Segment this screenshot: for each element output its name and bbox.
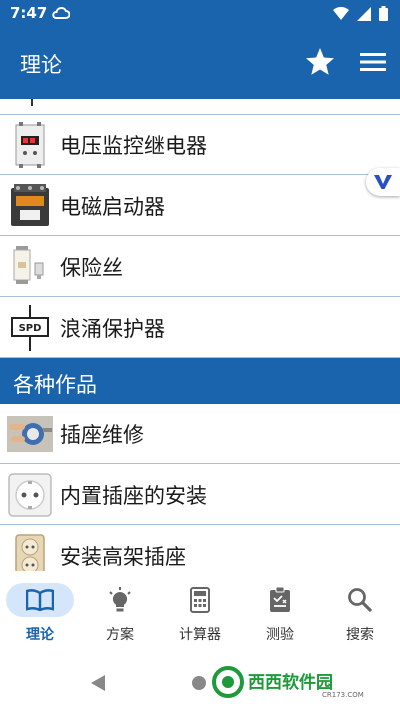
lightbulb-icon [109, 587, 131, 612]
spd-icon-text: SPD [19, 323, 42, 334]
content-list[interactable]: 电压监控继电器 电磁启动器 保险丝 SPD 浪涌保护器 各种作品 插座维修 内置… [0, 99, 400, 571]
socket-repair-photo [7, 409, 53, 459]
fuse-icon [7, 242, 53, 292]
list-item[interactable]: 插座维修 [0, 404, 400, 464]
nav-label: 计算器 [179, 627, 221, 643]
book-icon [26, 589, 54, 611]
nav-tab-theory[interactable]: 理论 [0, 571, 80, 651]
home-circle-icon[interactable] [192, 676, 206, 690]
list-item[interactable]: 内置插座的安装 [0, 465, 400, 525]
nav-label: 测验 [266, 627, 294, 643]
status-time: 7:47 [10, 4, 48, 22]
list-item[interactable]: 电磁启动器 [0, 176, 400, 236]
list-item-label: 电磁启动器 [60, 195, 165, 219]
status-bar: 7:47 [0, 0, 400, 28]
list-item-label: 内置插座的安装 [60, 484, 207, 508]
calculator-icon [190, 587, 210, 613]
clipboard-icon [270, 587, 290, 612]
list-item[interactable]: 安装高架插座 [0, 526, 400, 571]
watermark-text: 西西软件园 [248, 672, 333, 693]
list-item-label: 保险丝 [60, 256, 123, 280]
wall-socket-icon [7, 470, 53, 520]
nav-label: 理论 [26, 627, 54, 643]
nav-tab-scheme[interactable]: 方案 [80, 571, 160, 651]
signal-icon [357, 6, 371, 21]
v-logo-icon [374, 175, 392, 189]
floating-side-tab[interactable] [366, 168, 400, 196]
nav-tab-search[interactable]: 搜索 [320, 571, 400, 651]
nav-label: 搜索 [346, 627, 374, 643]
bottom-navigation: 理论 方案 计算器 测验 搜索 [0, 571, 400, 651]
section-header: 各种作品 [0, 358, 400, 404]
back-triangle-icon[interactable] [90, 674, 106, 692]
nav-label: 方案 [106, 627, 134, 643]
nav-tab-calculator[interactable]: 计算器 [160, 571, 240, 651]
nav-tab-quiz[interactable]: 测验 [240, 571, 320, 651]
spd-icon: SPD [7, 303, 53, 353]
contactor-icon [7, 181, 53, 231]
list-item-label: 浪涌保护器 [60, 317, 165, 341]
hamburger-menu-icon[interactable] [358, 50, 388, 74]
search-icon [348, 588, 373, 613]
watermark-logo: 西西软件园 CR173.COM [206, 661, 386, 701]
list-item-label: 电压监控继电器 [60, 134, 207, 158]
section-title: 各种作品 [13, 373, 97, 397]
din-relay-icon [7, 120, 53, 170]
favorite-star-icon[interactable] [304, 46, 336, 78]
app-header: 7:47 理论 [0, 0, 400, 99]
wifi-icon [333, 6, 349, 20]
battery-icon [379, 6, 388, 21]
list-item[interactable]: SPD 浪涌保护器 [0, 298, 400, 358]
cloud-sync-icon [52, 7, 70, 19]
list-item-label: 插座维修 [60, 423, 144, 447]
watermark-url: CR173.COM [322, 691, 364, 699]
list-item[interactable]: 电压监控继电器 [0, 115, 400, 175]
list-item-label: 安装高架插座 [60, 545, 186, 569]
list-item[interactable]: 保险丝 [0, 237, 400, 297]
surface-socket-icon [7, 531, 53, 571]
page-title: 理论 [20, 53, 62, 77]
list-item-partial [0, 99, 400, 115]
